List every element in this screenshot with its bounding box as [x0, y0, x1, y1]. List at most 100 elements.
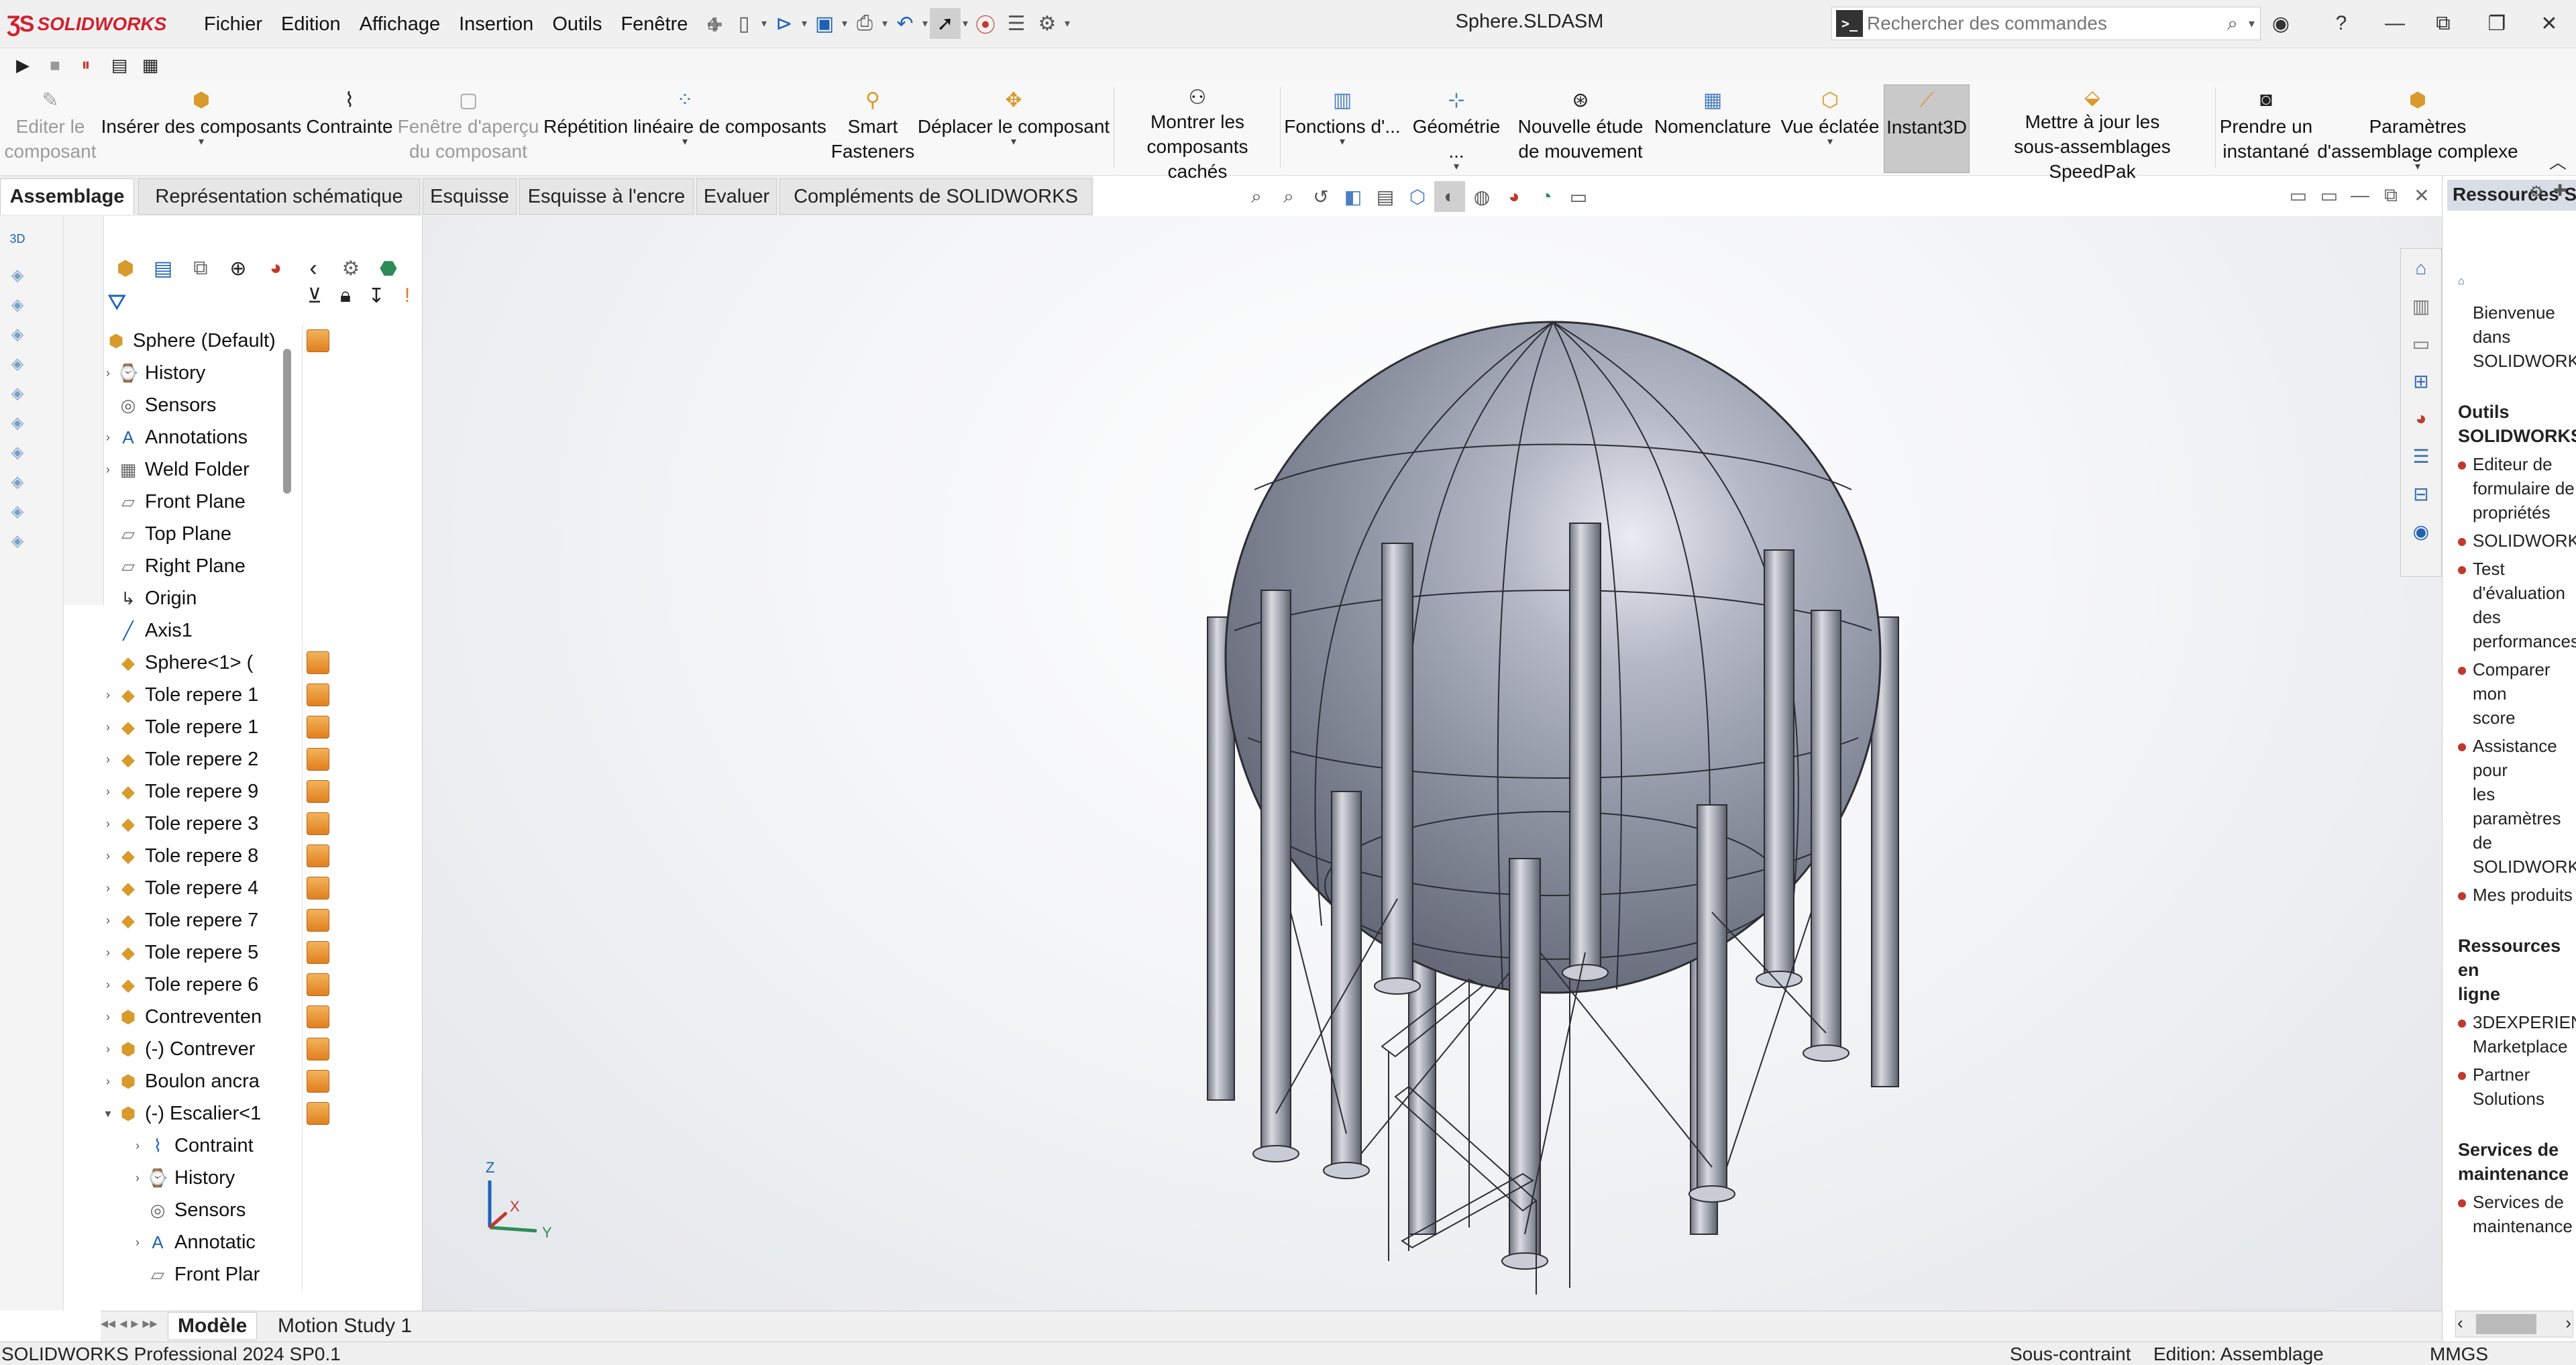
- task-pane-link[interactable]: Partner Solutions: [2458, 1062, 2576, 1111]
- tree-item[interactable]: › ◆ Tole repere 6: [101, 969, 282, 1001]
- large-assembly-settings-button[interactable]: ⬢ Paramètres d'assemblage complexe ▾: [2317, 85, 2518, 173]
- solidworks-forum-icon[interactable]: ⊟: [2404, 476, 2438, 512]
- tree-item[interactable]: › ⌚ History: [101, 357, 282, 389]
- task-pane-link[interactable]: Mes produits: [2458, 883, 2576, 907]
- new-macro-icon[interactable]: ▤: [105, 51, 134, 79]
- component-state-icon[interactable]: [307, 877, 329, 899]
- viewport-close-icon[interactable]: ✕: [2407, 180, 2436, 211]
- file-properties-icon[interactable]: ☰: [1001, 8, 1032, 39]
- new-document-icon[interactable]: ▯: [729, 8, 759, 39]
- save-icon[interactable]: ▣: [809, 8, 840, 39]
- component-state-icon[interactable]: [307, 1005, 329, 1028]
- task-pane-scrollbar[interactable]: ‹ ›: [2455, 1311, 2573, 1337]
- save-state-icon[interactable]: ⊻: [302, 284, 327, 318]
- tool-icon[interactable]: ◈: [4, 291, 31, 318]
- chevron-down-icon[interactable]: ▾: [1827, 137, 1833, 148]
- instant3d-button[interactable]: ⟋ Instant3D: [1884, 85, 1970, 173]
- file-explorer-icon[interactable]: ▭: [2404, 325, 2438, 362]
- tool-icon[interactable]: ◈: [4, 498, 31, 525]
- help-icon[interactable]: ?: [2321, 8, 2361, 39]
- maximize-icon[interactable]: ❐: [2477, 8, 2517, 39]
- simulation-tab-icon[interactable]: ⬣: [371, 252, 406, 285]
- tab-motion-study-1[interactable]: Motion Study 1: [268, 1312, 421, 1340]
- chevron-down-icon[interactable]: ▾: [800, 17, 809, 30]
- expand-arrow-icon[interactable]: ›: [101, 366, 115, 380]
- status-units[interactable]: MMGS: [2430, 1344, 2488, 1365]
- chevron-down-icon[interactable]: ▾: [1011, 137, 1016, 148]
- chevron-down-icon[interactable]: ▾: [920, 17, 930, 30]
- assembly-features-button[interactable]: ▥ Fonctions d'... ▾: [1283, 85, 1402, 173]
- tab-scroll-arrows-icon[interactable]: ◂◂ ◂ ▸ ▸▸: [101, 1315, 158, 1332]
- tree-item[interactable]: › ⌚ History: [101, 1162, 282, 1194]
- tree-item[interactable]: › ▦ Weld Folder: [101, 453, 282, 486]
- take-snapshot-button[interactable]: ◙ Prendre un instantané: [2216, 85, 2316, 173]
- previous-view-icon[interactable]: ↺: [1305, 181, 1336, 212]
- scrollbar-thumb[interactable]: [2476, 1314, 2536, 1334]
- menu-affichage[interactable]: Affichage: [350, 11, 449, 40]
- viewport-split-icon[interactable]: ▭: [2314, 180, 2344, 211]
- chevron-down-icon[interactable]: ▾: [1063, 17, 1072, 30]
- expand-arrow-icon[interactable]: ›: [101, 785, 115, 799]
- component-state-icon[interactable]: [307, 909, 329, 932]
- search-icon[interactable]: ⌕: [2222, 13, 2243, 35]
- smart-fasteners-button[interactable]: ⚲ Smart Fasteners: [830, 85, 915, 173]
- filter-icon[interactable]: ⛛: [107, 290, 127, 316]
- chevron-down-icon[interactable]: ▾: [2243, 17, 2260, 31]
- viewport-restore-icon[interactable]: ⧉: [2376, 180, 2406, 211]
- close-icon[interactable]: ✕: [2529, 8, 2569, 39]
- tree-root[interactable]: ⬢ Sphere (Default): [101, 325, 282, 357]
- expand-arrow-icon[interactable]: ›: [101, 946, 115, 960]
- select-cursor-icon[interactable]: ➚: [930, 8, 961, 39]
- expand-arrow-icon[interactable]: ›: [101, 849, 115, 863]
- expand-arrow-icon[interactable]: ›: [130, 1139, 145, 1153]
- tab-complements[interactable]: Compléments de SOLIDWORKS: [780, 178, 1092, 215]
- expand-arrow-icon[interactable]: ›: [101, 1075, 115, 1089]
- print-icon[interactable]: ⎙: [849, 8, 880, 39]
- expand-arrow-icon[interactable]: ›: [130, 1236, 145, 1250]
- home-icon[interactable]: ⌂: [698, 8, 729, 39]
- tree-item[interactable]: ↳ Origin: [101, 582, 282, 614]
- expand-arrow-icon[interactable]: ›: [101, 720, 115, 734]
- insert-components-button[interactable]: ⬢ Insérer des composants ▾: [101, 85, 302, 173]
- expand-arrow-icon[interactable]: ›: [101, 881, 115, 895]
- undo-icon[interactable]: ↶: [890, 8, 920, 39]
- component-state-icon[interactable]: [307, 716, 329, 739]
- tree-item[interactable]: ▱ Top Plane: [101, 518, 282, 550]
- scroll-right-icon[interactable]: ›: [2565, 1313, 2571, 1333]
- dimxpert-tab-icon[interactable]: ⊕: [221, 252, 256, 285]
- expanded-arrow-icon[interactable]: ▾: [101, 1107, 115, 1121]
- chevron-down-icon[interactable]: ▾: [840, 17, 849, 30]
- tab-assemblage[interactable]: Assemblage: [0, 178, 134, 215]
- tree-item[interactable]: ◎ Sensors: [101, 389, 282, 421]
- task-pane-link[interactable]: Services de maintenance: [2458, 1190, 2576, 1238]
- search-input[interactable]: [1867, 13, 2222, 34]
- rebuild-indicator-icon[interactable]: ↧: [364, 284, 389, 318]
- tree-item[interactable]: ▱ Front Plane: [101, 486, 282, 518]
- chevron-down-icon[interactable]: ▾: [2415, 162, 2420, 172]
- pin-icon[interactable]: ✚: [2553, 181, 2567, 201]
- tool-icon[interactable]: ◈: [4, 439, 31, 466]
- tree-item[interactable]: › ◆ Tole repere 8: [101, 840, 282, 872]
- stop-macro-icon[interactable]: ■: [40, 51, 70, 79]
- component-preview-window-button[interactable]: ▢ Fenêtre d'aperçu du composant: [397, 85, 539, 173]
- collapse-panel-icon[interactable]: ‹: [296, 252, 331, 285]
- tree-item[interactable]: ▾ ⬢ (-) Escalier<1: [101, 1097, 282, 1130]
- chevron-down-icon[interactable]: ▾: [1454, 162, 1459, 172]
- expand-arrow-icon[interactable]: ›: [101, 688, 115, 702]
- status-edition[interactable]: Edition: Assemblage: [2153, 1344, 2324, 1365]
- open-folder-icon[interactable]: ⊳: [769, 8, 800, 39]
- show-hidden-components-button[interactable]: ⚇ Montrer les composants cachés: [1116, 85, 1279, 182]
- component-state-icon[interactable]: [307, 812, 329, 835]
- tree-item[interactable]: › ◆ Tole repere 2: [101, 743, 282, 775]
- menu-outils[interactable]: Outils: [543, 11, 611, 40]
- expand-arrow-icon[interactable]: ›: [101, 1010, 115, 1024]
- component-state-icon[interactable]: [307, 651, 329, 674]
- tool-icon[interactable]: ◈: [4, 409, 31, 436]
- menu-edition[interactable]: Edition: [272, 11, 350, 40]
- move-component-button[interactable]: ✥ Déplacer le composant ▾: [916, 85, 1111, 173]
- tree-item[interactable]: › ⌇ Contraint: [101, 1130, 282, 1162]
- record-macro-icon[interactable]: ⏸: [71, 51, 101, 79]
- mate-button[interactable]: ⌇ Contrainte: [303, 85, 396, 173]
- lock-icon[interactable]: 🔒︎: [333, 284, 358, 318]
- 3dexperience-icon[interactable]: ◉: [2404, 513, 2438, 549]
